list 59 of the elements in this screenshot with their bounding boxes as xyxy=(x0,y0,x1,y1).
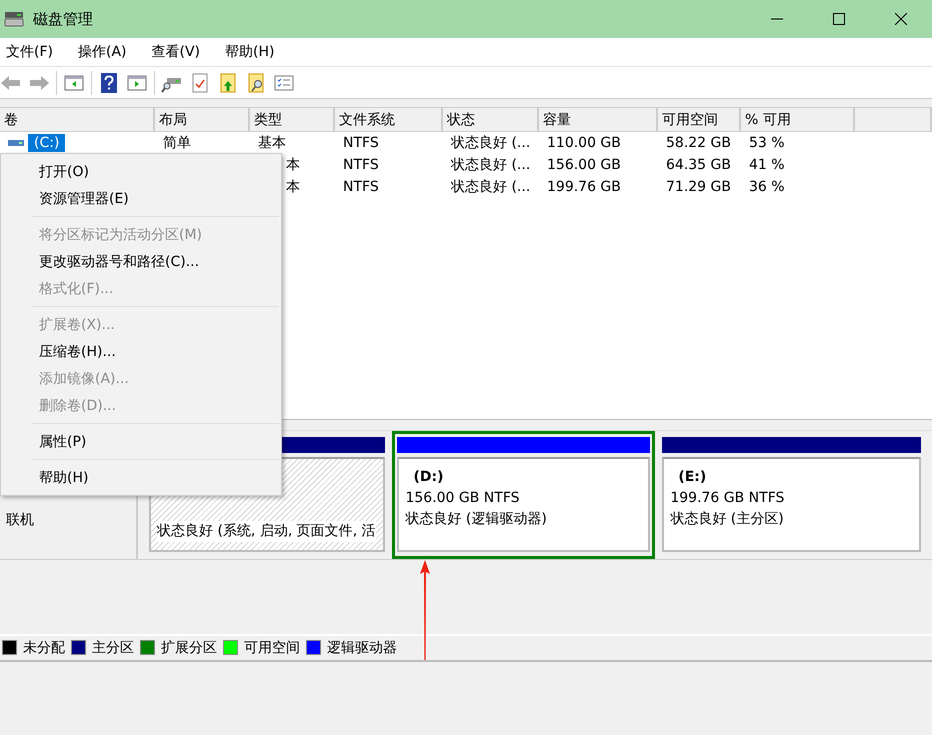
table-cell: 基本 xyxy=(258,134,286,152)
table-cell: 110.00 GB xyxy=(547,135,621,151)
table-cell: 状态良好 (... xyxy=(451,156,530,174)
table-cell: 36 % xyxy=(749,179,785,195)
menu-item[interactable]: 帮助(H) xyxy=(1,464,281,491)
column-header[interactable]: % 可用 xyxy=(741,108,855,132)
legend-label: 未分配 xyxy=(23,638,65,656)
table-cell: 53 % xyxy=(749,135,785,151)
legend-label: 扩展分区 xyxy=(161,638,217,656)
column-header[interactable]: 状态 xyxy=(443,108,539,132)
column-header[interactable]: 类型 xyxy=(250,108,335,132)
legend-label: 主分区 xyxy=(92,638,134,656)
menu-item[interactable]: 帮助(H) xyxy=(219,39,274,65)
menu-item[interactable]: 查看(V) xyxy=(146,39,200,65)
partition-info: 199.76 GB NTFS xyxy=(670,489,784,508)
column-header[interactable]: 容量 xyxy=(539,108,658,132)
partition-info: 状态良好 (系统, 启动, 页面文件, 活 xyxy=(157,521,376,542)
partition-info: 状态良好 (主分区) xyxy=(670,510,784,529)
table-cell: NTFS xyxy=(343,157,379,173)
partition-info: 156.00 GB NTFS xyxy=(405,489,520,508)
menu-item[interactable]: 属性(P) xyxy=(1,428,281,455)
close-icon xyxy=(895,13,907,25)
column-header[interactable]: 可用空间 xyxy=(658,108,741,132)
menu-item[interactable]: 操作(A) xyxy=(72,39,126,65)
menu-item[interactable]: 打开(O) xyxy=(1,158,281,185)
partition-name: (E:) xyxy=(678,468,708,487)
table-cell: 199.76 GB xyxy=(547,179,621,195)
table-cell: NTFS xyxy=(343,135,379,151)
table-cell: 本 xyxy=(286,178,300,196)
maximize-icon xyxy=(833,13,845,25)
partition[interactable]: (D:) 156.00 GB NTFS 状态良好 (逻辑驱动器) xyxy=(392,431,656,559)
menu-item[interactable]: 压缩卷(H)... xyxy=(1,338,281,365)
legend-label: 可用空间 xyxy=(244,638,300,656)
table-cell: 41 % xyxy=(749,157,785,173)
menu-item[interactable]: 资源管理器(E) xyxy=(1,185,281,212)
menu-item[interactable]: 文件(F) xyxy=(0,39,53,65)
column-header[interactable]: 卷 xyxy=(0,108,155,132)
table-cell: 本 xyxy=(286,156,300,174)
partition[interactable]: (E:) 199.76 GB NTFS 状态良好 (主分区) xyxy=(657,431,926,559)
table-cell: 状态良好 (... xyxy=(451,178,530,196)
table-cell: NTFS xyxy=(343,179,379,195)
window-title: 磁盘管理 xyxy=(33,10,94,28)
table-cell: 156.00 GB xyxy=(547,157,621,173)
table-cell: 状态良好 (... xyxy=(451,134,530,152)
partition-info: 状态良好 (逻辑驱动器) xyxy=(405,510,547,529)
table-cell: 58.22 GB xyxy=(666,135,731,151)
menu-item[interactable]: 更改驱动器号和路径(C)... xyxy=(1,248,281,275)
column-header[interactable]: 文件系统 xyxy=(335,108,443,132)
partition-name: (D:) xyxy=(413,468,444,487)
drive-icon xyxy=(8,138,24,148)
volume-name[interactable]: (C:) xyxy=(28,134,66,152)
table-cell: 简单 xyxy=(163,134,191,152)
table-cell: 71.29 GB xyxy=(666,179,731,195)
help-icon[interactable] xyxy=(98,72,120,94)
table-cell: 64.35 GB xyxy=(666,157,731,173)
disk-status: 联机 xyxy=(6,511,35,529)
disk-icon xyxy=(3,9,25,29)
column-header[interactable]: 布局 xyxy=(155,108,250,132)
legend-label: 逻辑驱动器 xyxy=(327,638,397,656)
